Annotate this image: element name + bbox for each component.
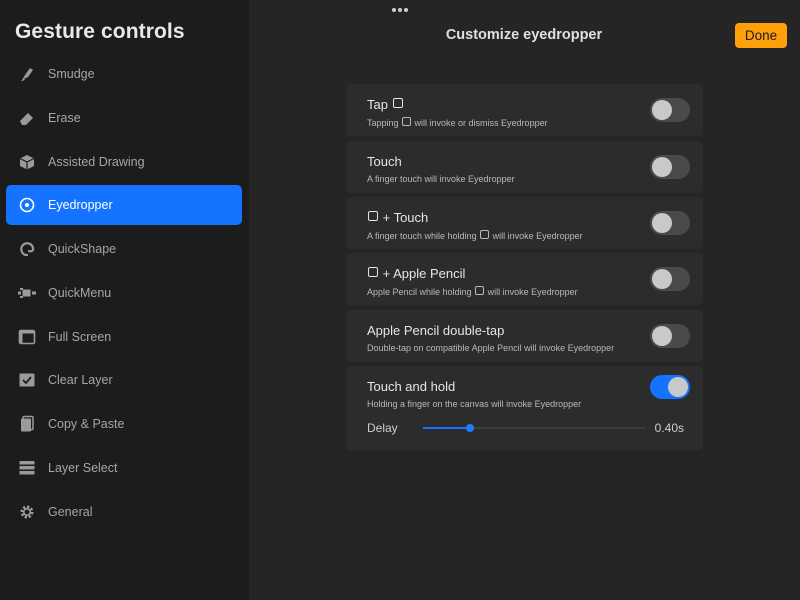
option-toggle[interactable] [650, 375, 690, 399]
sidebar-nav: Smudge Erase Assisted Drawing Eyedropper… [6, 54, 242, 535]
option-row: + Touch A finger touch while holding will… [346, 197, 703, 249]
toggle-knob [668, 377, 688, 397]
option-title-text: Touch and hold [367, 379, 456, 394]
square-modifier-icon [475, 286, 485, 295]
square-modifier-icon [480, 230, 490, 239]
delay-slider-thumb[interactable] [465, 424, 474, 432]
option-description-text: A finger touch while holding [367, 231, 480, 241]
option-description: Tapping will invoke or dismiss Eyedroppe… [367, 117, 548, 128]
layer-select-icon [18, 459, 36, 477]
sidebar-item-quickshape[interactable]: QuickShape [6, 229, 242, 269]
square-modifier-icon [402, 117, 412, 126]
option-description-text: Holding a finger on the canvas will invo… [367, 399, 582, 409]
gear-icon [18, 503, 36, 521]
sidebar-item-label: General [48, 504, 93, 519]
option-description: Holding a finger on the canvas will invo… [367, 399, 581, 409]
sidebar-item-label: Smudge [48, 67, 95, 81]
option-description-text: will invoke Eyedropper [490, 231, 583, 241]
sidebar-item-label: Assisted Drawing [48, 154, 145, 169]
dot [404, 8, 408, 12]
option-title-text: Tap [367, 97, 392, 112]
option-title-text: Touch [367, 154, 402, 169]
sidebar-item-label: Full Screen [48, 329, 112, 344]
page-title: Customize eyedropper [445, 27, 603, 43]
sidebar-item-label: Clear Layer [48, 373, 113, 388]
dot [398, 8, 402, 12]
option-title-text: Apple Pencil double-tap [367, 323, 505, 338]
option-title: Touch and hold [367, 379, 455, 394]
option-description-text: A finger touch will invoke Eyedropper [367, 174, 515, 184]
sidebar-item-clear-layer[interactable]: Clear Layer [6, 360, 242, 400]
eraser-icon [18, 109, 36, 127]
option-toggle[interactable] [650, 155, 690, 179]
more-options-handle[interactable] [392, 8, 408, 12]
fullscreen-icon [18, 328, 36, 346]
done-button[interactable]: Done [735, 23, 787, 48]
sidebar-title: Gesture controls [15, 20, 185, 43]
cube-icon [18, 153, 36, 171]
option-toggle[interactable] [650, 211, 690, 235]
toggle-knob [652, 213, 672, 233]
square-modifier-icon [368, 211, 378, 221]
sidebar-item-label: Erase [48, 110, 81, 125]
sidebar-item-label: QuickShape [48, 242, 117, 256]
delay-slider[interactable] [423, 424, 645, 432]
sidebar-item-eyedropper[interactable]: Eyedropper [6, 185, 242, 226]
option-row: + Apple Pencil Apple Pencil while holding… [346, 253, 703, 305]
sidebar-item-erase[interactable]: Erase [6, 98, 242, 138]
delay-value: 0.40s [654, 421, 684, 435]
option-description: A finger touch will invoke Eyedropper [367, 174, 515, 184]
sidebar-item-general[interactable]: General [6, 492, 242, 532]
sidebar-item-label: Layer Select [48, 460, 118, 475]
option-description-text: Apple Pencil while holding [367, 287, 475, 297]
option-row: Tap Tapping will invoke or dismiss Eyedr… [346, 84, 703, 136]
option-title: Touch [367, 154, 402, 169]
option-description: Double-tap on compatible Apple Pencil wi… [367, 343, 614, 353]
sidebar-item-label: Eyedropper [48, 198, 113, 213]
option-title: Tap [367, 97, 404, 112]
quickshape-icon [18, 240, 36, 258]
delay-label: Delay [367, 421, 398, 435]
square-modifier-icon [392, 98, 403, 108]
clear-layer-icon [18, 371, 36, 389]
square-modifier-icon [368, 267, 378, 277]
toggle-knob [652, 269, 672, 289]
option-toggle[interactable] [650, 98, 690, 122]
option-description-text: Tapping [367, 118, 402, 128]
option-row: Touch and hold Holding a finger on the ca… [346, 366, 703, 450]
sidebar-item-full-screen[interactable]: Full Screen [6, 317, 242, 357]
sidebar: Gesture controls Smudge Erase Assisted D… [0, 0, 249, 600]
dot [392, 8, 396, 12]
toggle-knob [652, 326, 672, 346]
option-title: Apple Pencil double-tap [367, 323, 504, 338]
option-description-text: Double-tap on compatible Apple Pencil wi… [367, 343, 615, 353]
option-description: A finger touch while holding will invoke… [367, 230, 583, 241]
option-description: Apple Pencil while holding will invoke E… [367, 286, 578, 297]
sidebar-item-quickmenu[interactable]: QuickMenu [6, 273, 242, 313]
option-title-text: + Touch [379, 210, 429, 225]
option-title: + Apple Pencil [367, 266, 465, 281]
sidebar-item-assisted-drawing[interactable]: Assisted Drawing [6, 142, 242, 182]
option-row: Touch A finger touch will invoke Eyedropp… [346, 141, 703, 193]
option-title: + Touch [367, 210, 428, 225]
option-toggle[interactable] [650, 324, 690, 348]
option-row: Apple Pencil double-tap Double-tap on com… [346, 310, 703, 362]
sidebar-item-label: QuickMenu [48, 285, 112, 300]
sidebar-item-copy-paste[interactable]: Copy & Paste [6, 404, 242, 444]
sidebar-item-layer-select[interactable]: Layer Select [6, 448, 242, 488]
toggle-knob [652, 157, 672, 177]
copy-paste-icon [18, 415, 36, 433]
sidebar-item-smudge[interactable]: Smudge [6, 54, 242, 94]
option-toggle[interactable] [650, 267, 690, 291]
sidebar-item-label: Copy & Paste [48, 417, 125, 431]
smudge-icon [18, 65, 36, 83]
option-description-text: will invoke Eyedropper [485, 287, 578, 297]
eyedropper-icon [18, 196, 36, 214]
option-description-text: will invoke or dismiss Eyedropper [412, 118, 548, 128]
delay-slider-fill [423, 427, 470, 429]
toggle-knob [652, 100, 672, 120]
quickmenu-icon [18, 284, 36, 302]
option-title-text: + Apple Pencil [379, 266, 466, 281]
